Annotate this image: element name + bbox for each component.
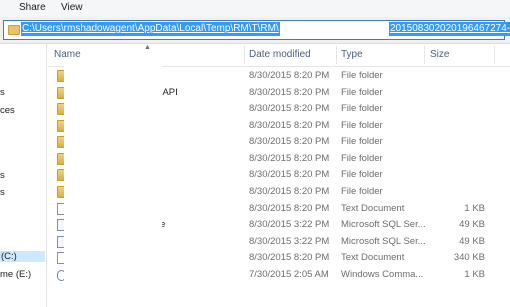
- file-size: 1 KB: [464, 269, 485, 280]
- file-type: File folder: [341, 120, 383, 131]
- address-bar: C:\Users\rmshadowagent\AppData\Local\Tem…: [0, 17, 510, 44]
- folder-icon: [8, 25, 20, 35]
- column-divider[interactable]: [424, 46, 425, 64]
- file-size: [425, 184, 485, 200]
- file-date-modified: 8/30/2015 8:20 PM: [249, 153, 330, 164]
- address-selected-tail[interactable]: 20150830202019646727​4-30: [389, 22, 510, 36]
- address-path[interactable]: C:\Users\rmshadowagent\AppData\Local\Tem…: [21, 22, 280, 36]
- menu-share[interactable]: Share: [19, 2, 46, 13]
- file-type: File folder: [341, 169, 383, 180]
- menu-view[interactable]: View: [61, 2, 83, 13]
- file-size: [425, 118, 485, 134]
- file-size: 49 KB: [459, 236, 485, 247]
- file-date-modified: 8/30/2015 8:20 PM: [249, 70, 330, 81]
- column-header-size[interactable]: Size: [430, 44, 449, 66]
- file-date-modified: 8/30/2015 8:20 PM: [249, 136, 330, 147]
- file-type: Text Document: [341, 252, 405, 263]
- file-type: File folder: [341, 136, 383, 147]
- menu-bar: Share View: [0, 0, 510, 17]
- file-date-modified: 8/30/2015 3:22 PM: [249, 219, 330, 230]
- file-size: [425, 151, 485, 167]
- nav-item-local-disk-c[interactable]: (C:): [0, 251, 45, 262]
- nav-item[interactable]: s: [0, 170, 5, 181]
- column-divider[interactable]: [244, 46, 245, 64]
- file-size: [425, 68, 485, 84]
- file-type: Microsoft SQL Ser...: [341, 236, 426, 247]
- navigation-pane: s ces s s (C:) me (E:): [0, 44, 47, 307]
- file-date-modified: 8/30/2015 8:20 PM: [249, 203, 330, 214]
- file-date-modified: 8/30/2015 8:20 PM: [249, 87, 330, 98]
- file-type: File folder: [341, 87, 383, 98]
- nav-item[interactable]: s: [0, 187, 5, 198]
- file-size: [425, 101, 485, 117]
- column-header-date-modified[interactable]: Date modified: [249, 44, 311, 66]
- file-size: [425, 85, 485, 101]
- file-type: Text Document: [341, 203, 405, 214]
- file-type: File folder: [341, 103, 383, 114]
- file-type: File folder: [341, 153, 383, 164]
- file-date-modified: 8/30/2015 8:20 PM: [249, 120, 330, 131]
- column-divider[interactable]: [494, 46, 495, 64]
- file-date-modified: 7/30/2015 2:05 AM: [249, 269, 329, 280]
- nav-item[interactable]: s: [0, 87, 5, 98]
- nav-item-volume-e[interactable]: me (E:): [0, 269, 31, 280]
- file-type: Windows Comma...: [341, 269, 424, 280]
- file-type: File folder: [341, 70, 383, 81]
- name-column-overlay: [64, 60, 162, 307]
- file-date-modified: 8/30/2015 8:20 PM: [249, 186, 330, 197]
- file-list: ▲ Name Date modified Type Size 8/30/2015…: [48, 44, 510, 307]
- address-input[interactable]: C:\Users\rmshadowagent\AppData\Local\Tem…: [3, 20, 510, 40]
- file-size: [425, 167, 485, 183]
- file-date-modified: 8/30/2015 3:22 PM: [249, 236, 330, 247]
- file-date-modified: 8/30/2015 8:20 PM: [249, 252, 330, 263]
- file-date-modified: 8/30/2015 8:20 PM: [249, 103, 330, 114]
- file-size: 1 KB: [464, 203, 485, 214]
- column-header-type[interactable]: Type: [341, 44, 363, 66]
- file-type: File folder: [341, 186, 383, 197]
- file-size: [425, 134, 485, 150]
- sort-ascending-icon: ▲: [144, 44, 151, 51]
- file-size: 49 KB: [459, 219, 485, 230]
- file-date-modified: 8/30/2015 8:20 PM: [249, 169, 330, 180]
- file-size: 340 KB: [453, 252, 485, 263]
- nav-item[interactable]: ces: [0, 105, 15, 116]
- file-type: Microsoft SQL Ser...: [341, 219, 426, 230]
- column-divider[interactable]: [336, 46, 337, 64]
